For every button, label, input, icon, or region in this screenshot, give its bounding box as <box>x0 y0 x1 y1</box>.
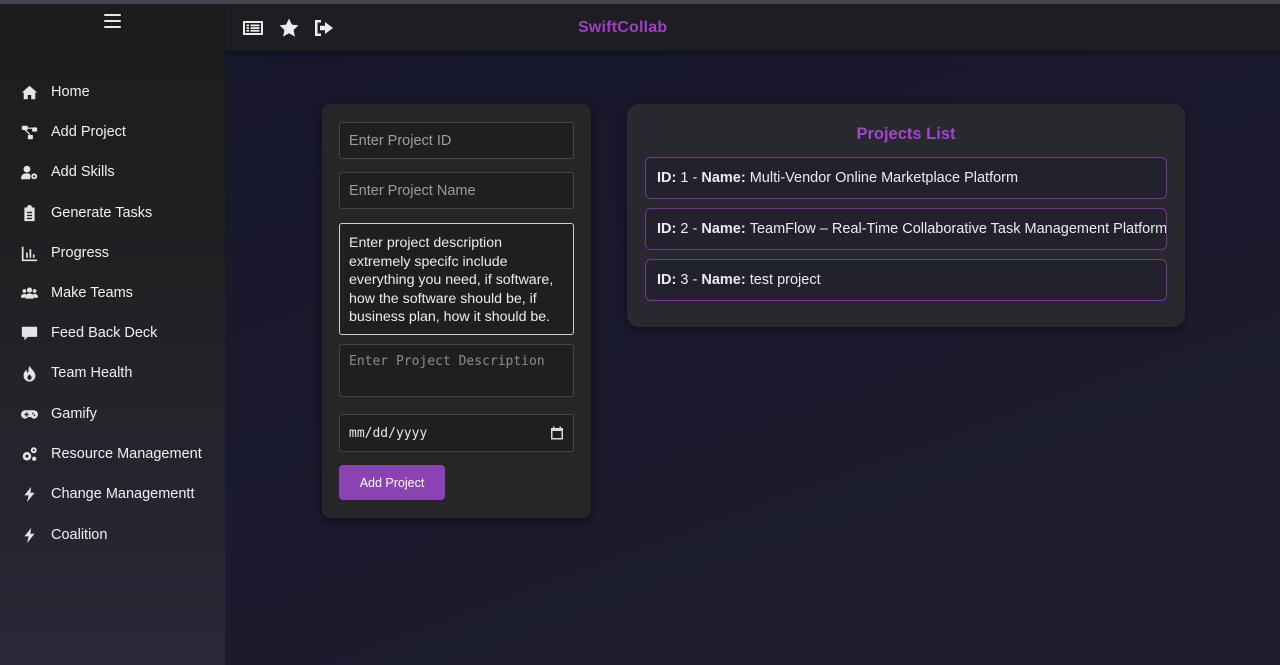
sidebar-item-make-teams[interactable]: Make Teams <box>20 281 133 305</box>
project-name-input[interactable] <box>339 172 574 209</box>
list-item[interactable]: ID: 3 - Name: test project <box>645 259 1167 301</box>
sidebar-item-team-health[interactable]: Team Health <box>20 361 132 385</box>
sidebar-item-label: Add Skills <box>51 164 115 180</box>
project-id: 3 <box>680 272 689 288</box>
comment-icon <box>20 324 38 342</box>
gears-icon <box>20 445 38 463</box>
name-label: Name: <box>701 170 746 186</box>
projects-list-panel: Projects List ID: 1 - Name: Multi-Vendor… <box>627 104 1185 327</box>
project-name: Multi-Vendor Online Marketplace Platform <box>749 170 1019 186</box>
sidebar-item-gamify[interactable]: Gamify <box>20 402 97 426</box>
gamepad-icon <box>20 405 38 423</box>
hamburger-menu-icon[interactable] <box>104 14 121 30</box>
sidebar-item-label: Feed Back Deck <box>51 325 158 341</box>
home-icon <box>20 83 38 101</box>
sidebar-item-coalition[interactable]: Coalition <box>20 523 107 547</box>
description-hint: Enter project description extremely spec… <box>339 223 574 335</box>
list-item[interactable]: ID: 1 - Name: Multi-Vendor Online Market… <box>645 157 1167 199</box>
add-project-button[interactable]: Add Project <box>339 465 445 500</box>
sidebar-item-label: Add Project <box>51 124 126 140</box>
id-label: ID: <box>657 272 677 288</box>
sidebar-item-add-project[interactable]: Add Project <box>20 120 126 144</box>
sidebar-item-feed-back-deck[interactable]: Feed Back Deck <box>20 321 157 345</box>
project-diagram-icon <box>20 123 38 141</box>
date-placeholder: mm/dd/yyyy <box>349 425 428 441</box>
bolt-icon <box>20 526 38 544</box>
projects-list-title: Projects List <box>856 125 956 143</box>
calendar-icon[interactable] <box>550 426 564 440</box>
user-gear-icon <box>20 163 38 181</box>
logout-icon[interactable] <box>313 17 335 39</box>
name-label: Name: <box>701 221 746 237</box>
project-description-input[interactable] <box>339 344 574 397</box>
sidebar-item-progress[interactable]: Progress <box>20 241 109 265</box>
name-label: Name: <box>701 272 746 288</box>
project-name: TeamFlow – Real-Time Collaborative Task … <box>749 221 1167 237</box>
deadline-date-input[interactable]: mm/dd/yyyy <box>339 414 574 452</box>
sidebar-item-change-management[interactable]: Change Managementt <box>20 482 195 506</box>
id-label: ID: <box>657 170 677 186</box>
clipboard-icon <box>20 204 38 222</box>
project-name: test project <box>749 272 821 288</box>
sidebar-item-label: Team Health <box>51 365 133 381</box>
id-label: ID: <box>657 221 677 237</box>
bolt-icon <box>20 485 38 503</box>
sidebar-item-label: Coalition <box>51 527 108 543</box>
sidebar-item-generate-tasks[interactable]: Generate Tasks <box>20 201 152 225</box>
sidebar-item-home[interactable]: Home <box>20 80 90 104</box>
sidebar-item-label: Gamify <box>51 406 97 422</box>
star-icon[interactable] <box>278 17 300 39</box>
app-brand: SwiftCollab <box>578 19 668 36</box>
sidebar-item-label: Change Managementt <box>51 486 195 502</box>
fire-icon <box>20 364 38 382</box>
bar-chart-icon <box>20 244 38 262</box>
sidebar: Home Add Project Add Skills Generate Tas… <box>0 4 225 665</box>
sidebar-item-add-skills[interactable]: Add Skills <box>20 160 115 184</box>
top-bar: SwiftCollab <box>225 4 1280 51</box>
sidebar-item-label: Make Teams <box>51 285 133 301</box>
sidebar-item-label: Home <box>51 84 90 100</box>
add-project-form: Enter project description extremely spec… <box>322 104 591 518</box>
sidebar-item-label: Generate Tasks <box>51 205 153 221</box>
sidebar-item-label: Resource Management <box>51 446 202 462</box>
project-id: 1 <box>680 170 689 186</box>
list-icon[interactable] <box>242 17 264 39</box>
sidebar-item-resource-management[interactable]: Resource Management <box>20 442 202 466</box>
users-icon <box>20 284 38 302</box>
project-id-input[interactable] <box>339 122 574 159</box>
project-id: 2 <box>680 221 689 237</box>
list-item[interactable]: ID: 2 - Name: TeamFlow – Real-Time Colla… <box>645 208 1167 250</box>
sidebar-item-label: Progress <box>51 245 110 261</box>
